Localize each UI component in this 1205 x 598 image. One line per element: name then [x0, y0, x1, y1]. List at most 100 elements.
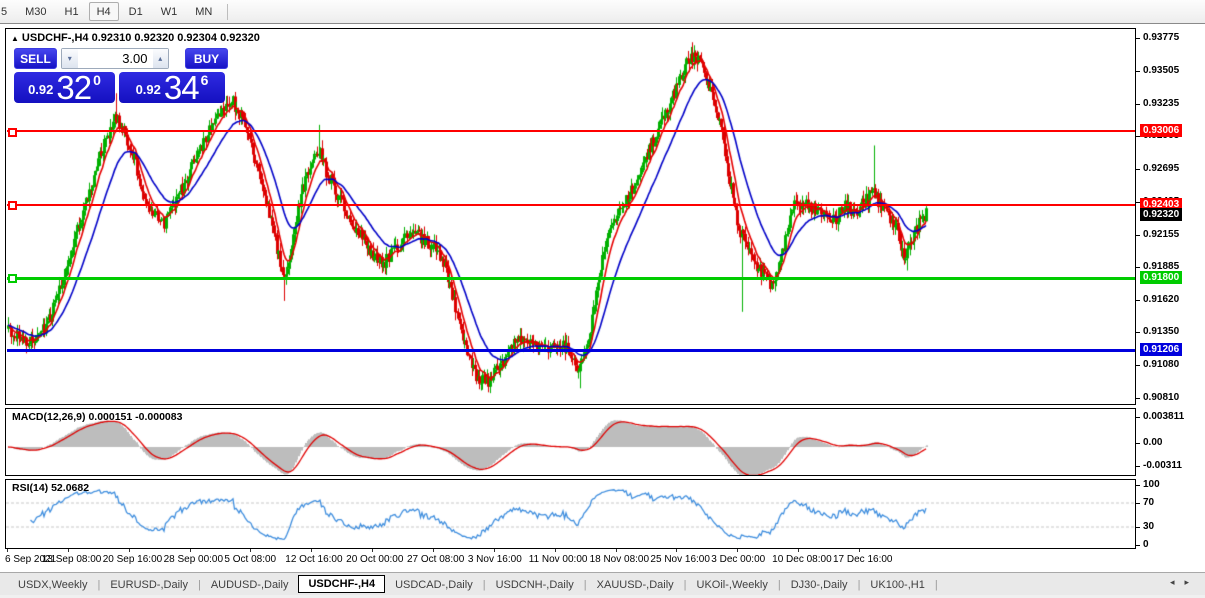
tab-separator: | [935, 579, 938, 591]
price-tick-label: 0.92155 [1143, 229, 1179, 240]
time-tick-label: 28 Sep 00:00 [164, 554, 224, 565]
hline-handle[interactable] [8, 274, 17, 283]
time-tick [129, 549, 130, 552]
axis-tick [1136, 485, 1140, 486]
time-tick [737, 549, 738, 552]
timeframe-button-h1[interactable]: H1 [57, 2, 87, 21]
price-tick-label: 0.93235 [1143, 98, 1179, 109]
timeframe-button-5[interactable]: 5 [0, 2, 15, 21]
time-tick [494, 549, 495, 552]
time-tick [859, 549, 860, 552]
hline-handle[interactable] [8, 128, 17, 137]
buy-price-sup: 6 [201, 72, 209, 88]
horizontal-level-line[interactable] [7, 130, 1135, 132]
axis-tick [1136, 545, 1140, 546]
sell-price-prefix: 0.92 [28, 82, 53, 97]
time-tick-label: 5 Oct 08:00 [224, 554, 276, 565]
tab-usdx-weekly[interactable]: USDX,Weekly [8, 576, 97, 594]
time-tick [676, 549, 677, 552]
axis-tick [1136, 527, 1140, 528]
rsi-pane: RSI(14) 52.0682 [5, 479, 1136, 549]
time-tick-label: 10 Dec 08:00 [772, 554, 832, 565]
tab-uk100-h1[interactable]: UK100-,H1 [860, 576, 934, 594]
price-axis: 0.937750.935050.932350.929650.926950.924… [1136, 0, 1205, 598]
time-tick-label: 17 Dec 16:00 [833, 554, 893, 565]
buy-price-prefix: 0.92 [136, 82, 161, 97]
ohlc-values: 0.92310 0.92320 0.92304 0.92320 [92, 32, 260, 44]
buy-price-big: 34 [164, 75, 199, 101]
volume-input[interactable] [78, 49, 153, 68]
time-tick [372, 549, 373, 552]
chart-tabs: USDX,Weekly|EURUSD-,Daily|AUDUSD-,DailyU… [0, 573, 938, 596]
sell-price-big: 32 [56, 75, 91, 101]
tab-audusd-daily[interactable]: AUDUSD-,Daily [201, 576, 299, 594]
time-tick-label: 20 Oct 00:00 [346, 554, 403, 565]
tab-xauusd-daily[interactable]: XAUUSD-,Daily [587, 576, 684, 594]
rsi-axis-label: 30 [1143, 521, 1154, 532]
sell-button[interactable]: SELL [14, 48, 57, 69]
macd-axis-label: 0.00 [1143, 437, 1162, 448]
tab-usdcnh-daily[interactable]: USDCNH-,Daily [486, 576, 584, 594]
price-tick-label: 0.91080 [1143, 359, 1179, 370]
time-tick [616, 549, 617, 552]
horizontal-level-line[interactable] [7, 277, 1135, 280]
chart-workspace: ▲USDCHF-,H4 0.92310 0.92320 0.92304 0.92… [0, 24, 1205, 572]
axis-tick [1136, 71, 1140, 72]
timeframe-button-h4[interactable]: H4 [89, 2, 119, 21]
rsi-axis-label: 0 [1143, 539, 1149, 550]
sell-price-sup: 0 [93, 72, 101, 88]
volume-decrease-button[interactable]: ▾ [62, 49, 78, 68]
rsi-axis-label: 100 [1143, 479, 1160, 490]
axis-tick [1136, 417, 1140, 418]
tab-ukoil-weekly[interactable]: UKOil-,Weekly [687, 576, 778, 594]
price-tick-label: 0.90810 [1143, 392, 1179, 403]
tab-eurusd-daily[interactable]: EURUSD-,Daily [100, 576, 198, 594]
time-tick-label: 11 Nov 00:00 [529, 554, 588, 565]
hline-handle[interactable] [8, 201, 17, 210]
volume-spinner: ▾ ▴ [61, 48, 169, 69]
time-tick-label: 20 Sep 16:00 [103, 554, 163, 565]
price-tick-label: 0.92695 [1143, 163, 1179, 174]
axis-tick [1136, 169, 1140, 170]
macd-axis-label: 0.003811 [1143, 411, 1184, 422]
macd-label: MACD(12,26,9) 0.000151 -0.000083 [12, 411, 182, 423]
axis-tick [1136, 398, 1140, 399]
tab-usdchf-h4[interactable]: USDCHF-,H4 [298, 575, 385, 593]
hline-price-label: 0.91800 [1140, 271, 1182, 284]
sell-price-display[interactable]: 0.92320 [14, 72, 115, 103]
tab-dj30-daily[interactable]: DJ30-,Daily [781, 576, 858, 594]
volume-increase-button[interactable]: ▴ [153, 49, 169, 68]
timeframe-button-d1[interactable]: D1 [121, 2, 151, 21]
rsi-canvas [6, 480, 1135, 548]
macd-pane: MACD(12,26,9) 0.000151 -0.000083 [5, 408, 1136, 476]
axis-tick [1136, 466, 1140, 467]
time-tick [798, 549, 799, 552]
chart-tabs-bar: USDX,Weekly|EURUSD-,Daily|AUDUSD-,DailyU… [0, 572, 1205, 596]
symbol-arrow-icon: ▲ [11, 34, 19, 43]
symbol-label: USDCHF-,H4 [22, 32, 89, 44]
axis-tick [1136, 503, 1140, 504]
timeframe-button-mn[interactable]: MN [187, 2, 220, 21]
axis-tick [1136, 38, 1140, 39]
axis-tick [1136, 300, 1140, 301]
timeframe-button-w1[interactable]: W1 [153, 2, 186, 21]
time-tick [555, 549, 556, 552]
tab-usdcad-daily[interactable]: USDCAD-,Daily [385, 576, 483, 594]
timeframe-button-m30[interactable]: M30 [17, 2, 54, 21]
axis-tick [1136, 267, 1140, 268]
time-tick-label: 13 Sep 08:00 [42, 554, 102, 565]
time-tick [250, 549, 251, 552]
price-tick-label: 0.91620 [1143, 294, 1179, 305]
time-tick-label: 25 Nov 16:00 [650, 554, 710, 565]
time-tick-label: 27 Oct 08:00 [407, 554, 464, 565]
buy-button[interactable]: BUY [185, 48, 228, 69]
time-tick [433, 549, 434, 552]
time-tick [7, 549, 8, 552]
buy-price-display[interactable]: 0.92346 [119, 72, 225, 103]
axis-tick [1136, 332, 1140, 333]
rsi-label: RSI(14) 52.0682 [12, 482, 89, 494]
axis-tick [1136, 443, 1140, 444]
horizontal-level-line[interactable] [7, 204, 1135, 206]
axis-tick [1136, 104, 1140, 105]
horizontal-level-line[interactable] [7, 349, 1135, 352]
